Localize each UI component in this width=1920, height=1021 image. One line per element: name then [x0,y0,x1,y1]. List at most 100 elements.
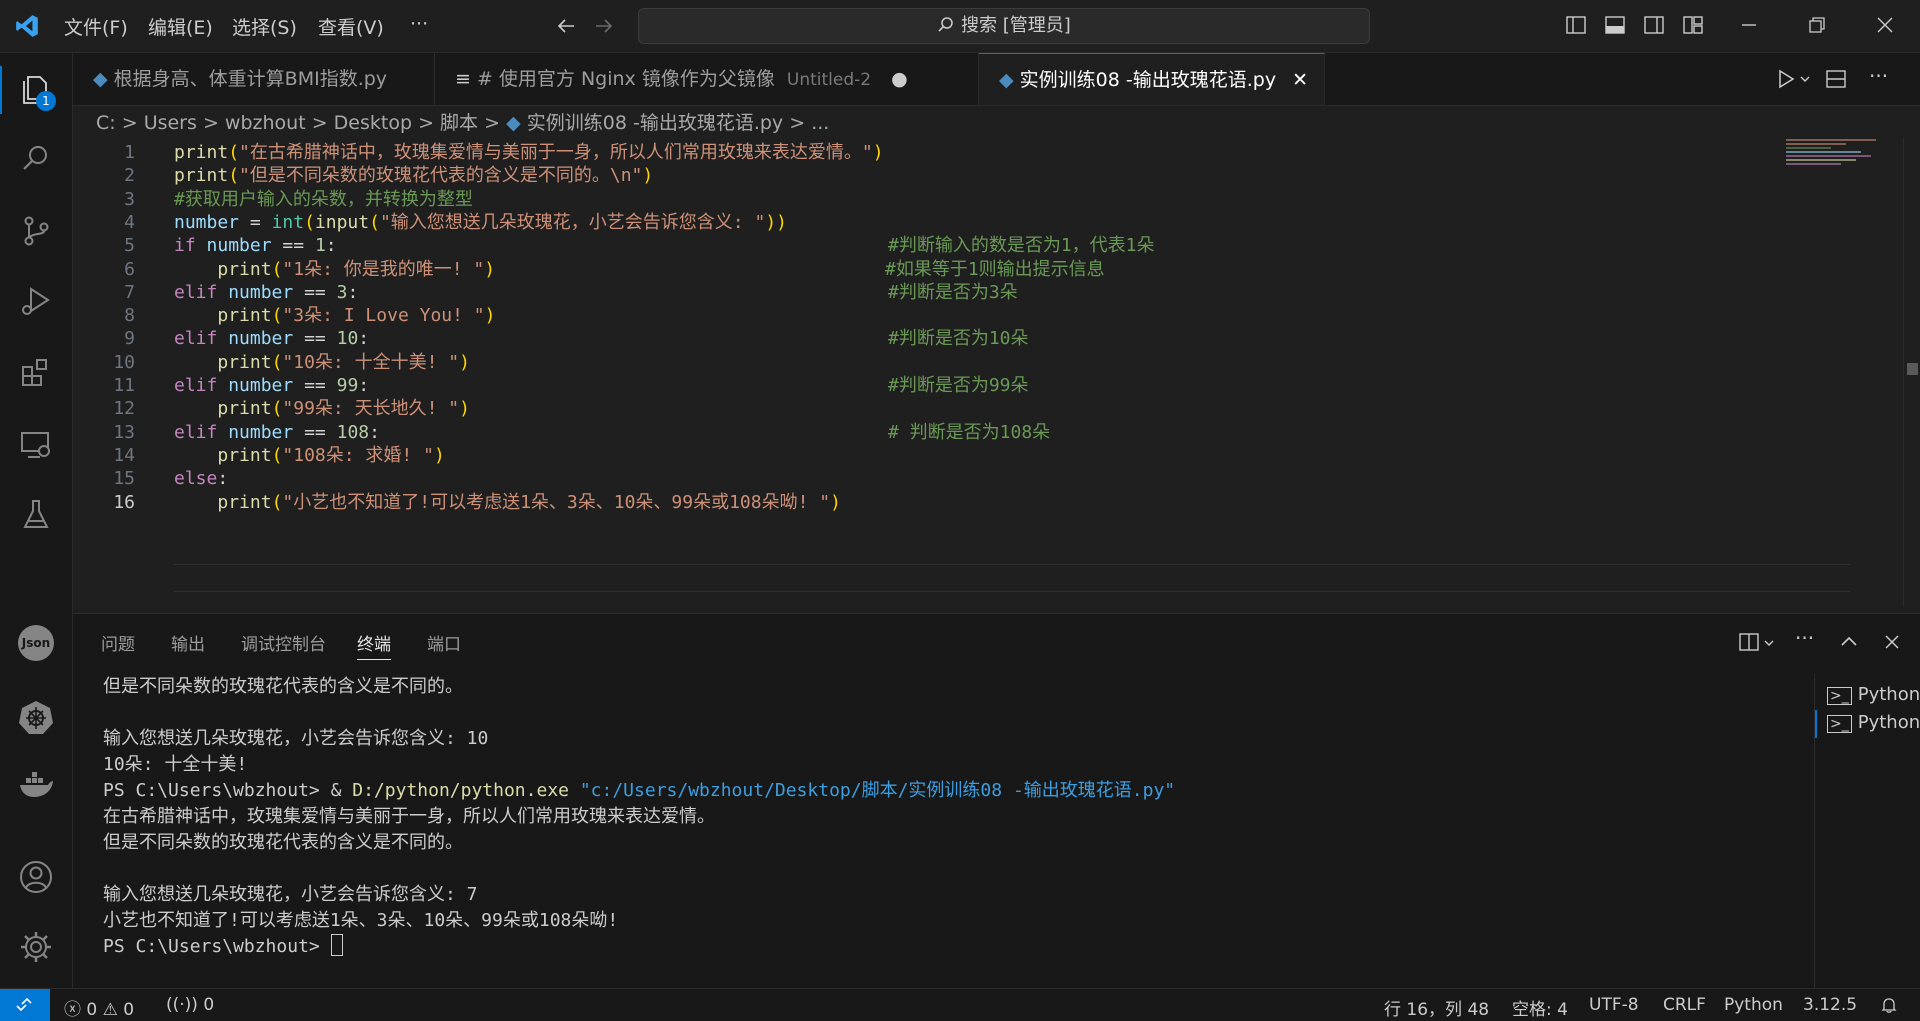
terminal-line: 10朵: 十全十美! [103,754,248,775]
settings-gear-icon[interactable] [18,929,54,965]
extensions-icon[interactable] [18,355,54,391]
tab-active-file[interactable]: ◆ 实例训练08 -输出玫瑰花语.py ✕ [979,53,1325,105]
terminal-line: 但是不同朵数的玫瑰花代表的含义是不同的。 [103,832,463,853]
explorer-badge: 1 [36,91,56,111]
crumb-separator: > [202,112,219,134]
toggle-panel-icon[interactable] [1604,14,1626,36]
testing-icon[interactable] [18,497,54,533]
tab-label: # 使用官方 Nginx 镜像作为父镜像 [476,68,775,90]
run-and-debug-icon[interactable] [18,283,54,319]
title-bar: 文件(F) 编辑(E) 选择(S) 查看(V) ··· 搜索 [管理员] [0,0,1920,53]
terminal-output[interactable]: 但是不同朵数的玫瑰花代表的含义是不同的。 输入您想送几朵玫瑰花，小艺会告诉您含义… [73,674,1773,974]
broadcast-icon: ((·)) [166,995,198,1015]
terminal-icon: >_ [1827,715,1852,733]
remote-icon [16,997,32,1012]
python-version[interactable]: 3.12.5 [1803,995,1857,1015]
menu-more[interactable]: ··· [410,13,428,35]
crumb-symbols[interactable]: ... [811,112,829,134]
close-tab-icon[interactable]: ✕ [1292,69,1308,91]
forward-arrow-icon[interactable] [593,15,615,37]
line-number: 16 [113,491,135,513]
search-view-icon[interactable] [18,141,54,177]
menu-selection[interactable]: 选择(S) [232,13,297,40]
remote-explorer-icon[interactable] [18,427,54,463]
status-bar: ⓧ 0 ⚠ 0 ((·)) 0 行 16，列 48 空格: 4 UTF-8 CR… [0,988,1920,1021]
toggle-primary-sidebar-icon[interactable] [1565,14,1587,36]
customize-layout-icon[interactable] [1682,14,1704,36]
toggle-secondary-sidebar-icon[interactable] [1643,14,1665,36]
kubernetes-icon[interactable] [18,699,54,735]
restore-icon[interactable] [1806,14,1828,36]
terminal-list: >_ Python >_ Python [1814,674,1920,994]
menu-view[interactable]: 查看(V) [318,13,384,40]
panel-tab-terminal[interactable]: 终端 [357,630,391,660]
crumb-separator: > [121,112,138,134]
notifications-bell-icon[interactable] [1880,996,1898,1014]
run-python-file-icon[interactable] [1775,68,1797,90]
panel-more-icon[interactable]: ··· [1795,626,1814,650]
accounts-icon[interactable] [18,859,54,895]
terminal-prompt: PS C:\Users\wbzhout> [103,934,343,960]
tab-sublabel: Untitled-2 [786,70,872,90]
tab-untitled-2[interactable]: ≡ # 使用官方 Nginx 镜像作为父镜像 Untitled-2 ● [435,53,979,105]
minimize-icon[interactable] [1738,14,1760,36]
remote-indicator[interactable] [0,989,50,1021]
search-icon [938,17,953,32]
indentation[interactable]: 空格: 4 [1512,995,1568,1020]
terminal-list-item-active[interactable]: >_ Python [1827,712,1920,733]
close-panel-icon[interactable] [1881,631,1903,653]
json-extension-icon[interactable]: Json [18,625,54,661]
back-arrow-icon[interactable] [555,15,577,37]
problems-status[interactable]: ⓧ 0 ⚠ 0 [64,995,134,1020]
tab-label: 实例训练08 -输出玫瑰花语.py [1019,69,1277,91]
terminal-dropdown-chevron-icon[interactable] [1763,637,1775,649]
terminal-list-item[interactable]: >_ Python [1827,684,1920,705]
editor-scrollbar[interactable] [1903,137,1920,607]
tab-label: 根据身高、体重计算BMI指数.py [113,68,388,90]
unsaved-dot-icon[interactable]: ● [891,68,908,90]
activity-bar: 1 Json [0,53,73,988]
run-dropdown-chevron-icon[interactable] [1799,73,1811,85]
encoding[interactable]: UTF-8 [1589,995,1639,1015]
end-of-line[interactable]: CRLF [1663,995,1706,1015]
crumb-desktop[interactable]: Desktop [334,112,412,134]
tab-bmi[interactable]: ◆ 根据身高、体重计算BMI指数.py [73,53,435,105]
crumb-drive[interactable]: C: [96,112,116,134]
breadcrumb: C: > Users > wbzhout > Desktop > 脚本 > ◆ … [96,108,829,136]
code-text: print("小艺也不知道了!可以考虑送1朵、3朵、10朵、99朵或108朵呦!… [217,491,841,513]
maximize-panel-icon[interactable] [1838,631,1860,653]
cursor-position[interactable]: 行 16，列 48 [1384,995,1489,1020]
source-control-icon[interactable] [18,213,54,249]
ports-status[interactable]: ((·)) 0 [166,995,214,1015]
crumb-folder[interactable]: 脚本 [440,112,478,134]
crumb-users[interactable]: Users [144,112,197,134]
terminal-line: 小艺也不知道了!可以考虑送1朵、3朵、10朵、99朵或108朵呦! [103,910,619,931]
error-icon: ⓧ [64,1000,81,1020]
panel-tab-output[interactable]: 输出 [171,630,205,655]
crumb-file[interactable]: 实例训练08 -输出玫瑰花语.py [527,112,783,134]
terminal-line: 输入您想送几朵玫瑰花，小艺会告诉您含义: 7 [103,884,478,905]
language-mode[interactable]: Python [1724,995,1783,1015]
minimap[interactable] [1786,137,1886,177]
menu-file[interactable]: 文件(F) [64,13,128,40]
split-editor-icon[interactable] [1825,68,1847,90]
vscode-logo-icon[interactable] [14,13,40,39]
python-icon: ◆ [93,68,108,90]
code-line: 16 print("小艺也不知道了!可以考虑送1朵、3朵、10朵、99朵或108… [73,489,1773,517]
more-actions-icon[interactable]: ··· [1869,64,1888,88]
warning-icon: ⚠ [102,1000,118,1020]
menu-lines-icon: ≡ [455,68,471,90]
close-window-icon[interactable] [1874,14,1896,36]
code-editor[interactable]: 1 print("在古希腊神话中，玫瑰集爱情与美丽于一身，所以人们常用玫瑰来表达爱… [73,137,1920,607]
editor-tabs: ◆ 根据身高、体重计算BMI指数.py ≡ # 使用官方 Nginx 镜像作为父… [73,53,1920,106]
docker-icon[interactable] [18,767,54,803]
split-terminal-icon[interactable] [1738,631,1760,653]
bottom-panel: 问题 输出 调试控制台 终端 端口 ··· 但是不同朵数的玫瑰花代表的含义是不同… [73,613,1920,994]
panel-tab-debug-console[interactable]: 调试控制台 [241,630,326,655]
current-line-highlight [174,564,1850,592]
panel-tab-ports[interactable]: 端口 [427,630,461,655]
command-center-search[interactable]: 搜索 [管理员] [638,8,1370,44]
crumb-user[interactable]: wbzhout [225,112,306,134]
panel-tab-problems[interactable]: 问题 [101,630,135,655]
menu-edit[interactable]: 编辑(E) [148,13,213,40]
